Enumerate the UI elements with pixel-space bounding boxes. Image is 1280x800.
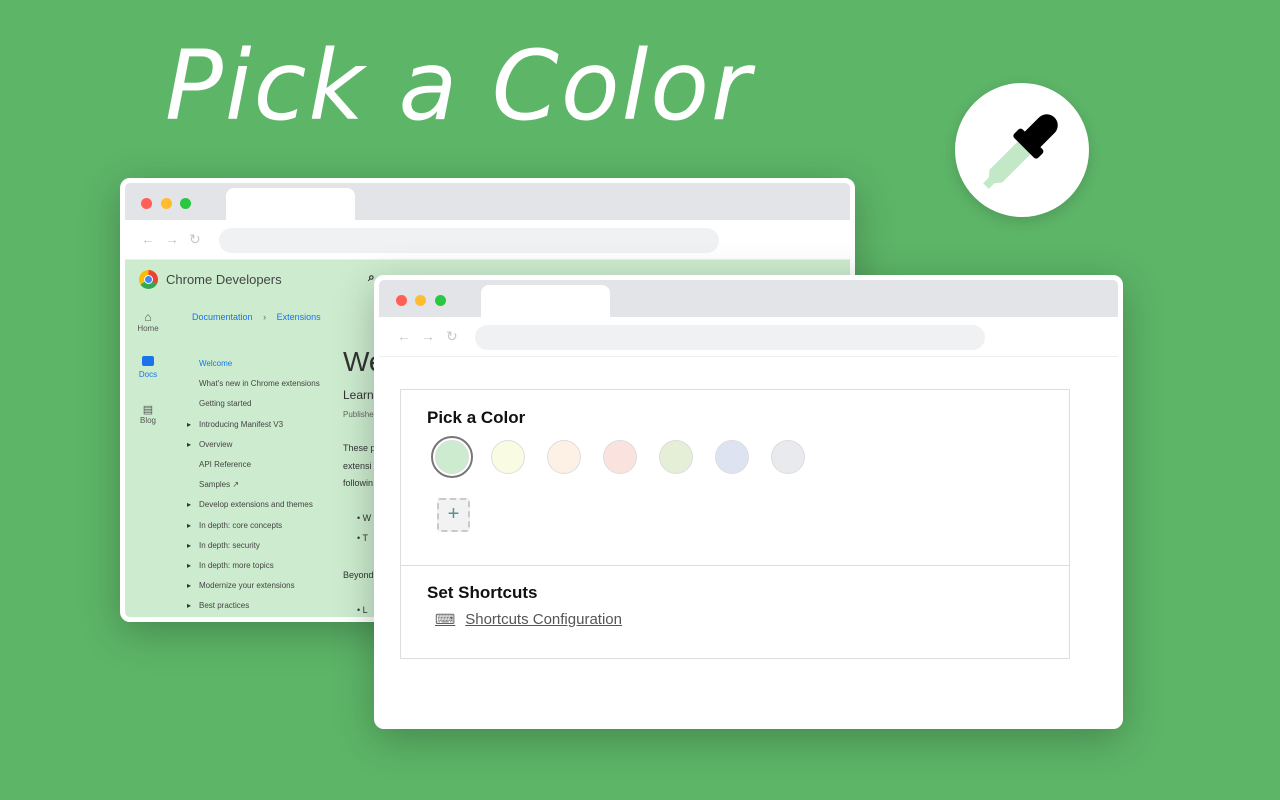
toc-item[interactable]: What's new in Chrome extensions bbox=[187, 378, 322, 391]
divider bbox=[401, 565, 1069, 566]
close-dot[interactable] bbox=[396, 295, 407, 306]
home-icon: ⌂ bbox=[144, 310, 152, 324]
toolbar: ← → ↻ bbox=[125, 220, 850, 260]
breadcrumb-extensions[interactable]: Extensions bbox=[277, 312, 321, 322]
maximize-dot[interactable] bbox=[435, 295, 446, 306]
rail-label: Home bbox=[137, 324, 159, 333]
eyedropper-badge bbox=[955, 83, 1089, 217]
shortcuts-heading: Set Shortcuts bbox=[427, 583, 538, 602]
maximize-dot[interactable] bbox=[180, 198, 191, 209]
toc-list: Welcome What's new in Chrome extensions … bbox=[187, 358, 322, 617]
shortcuts-configuration-link[interactable]: ⌨ Shortcuts Configuration bbox=[435, 611, 622, 628]
address-bar[interactable] bbox=[219, 228, 719, 253]
options-card: Pick a Color + Set Shortcuts ⌨ Shortcuts … bbox=[400, 389, 1070, 659]
paragraph-text: Beyond bbox=[343, 570, 374, 580]
minimize-dot[interactable] bbox=[161, 198, 172, 209]
browser-tab[interactable] bbox=[226, 188, 355, 222]
rail-label: Docs bbox=[138, 370, 158, 379]
rail-label: Blog bbox=[139, 416, 156, 425]
keyboard-icon: ⌨ bbox=[435, 611, 456, 627]
toc-item[interactable]: Welcome bbox=[187, 358, 322, 371]
rail-docs[interactable]: Docs bbox=[135, 356, 161, 379]
toolbar: ← → ↻ bbox=[379, 317, 1118, 357]
close-dot[interactable] bbox=[141, 198, 152, 209]
chrome-logo-icon bbox=[139, 270, 158, 289]
article-subtitle: Learn bbox=[343, 388, 374, 402]
color-swatch[interactable] bbox=[491, 440, 525, 474]
color-swatch[interactable] bbox=[659, 440, 693, 474]
minimize-dot[interactable] bbox=[415, 295, 426, 306]
tab-strip bbox=[125, 183, 850, 222]
toc-item[interactable]: In depth: core concepts bbox=[187, 520, 322, 533]
add-color-button[interactable]: + bbox=[437, 498, 470, 532]
color-swatch[interactable] bbox=[431, 436, 473, 478]
forward-arrow-icon[interactable]: → bbox=[421, 328, 435, 344]
rail-home[interactable]: ⌂ Home bbox=[135, 310, 161, 333]
toc-item[interactable]: Overview bbox=[187, 439, 322, 452]
toc-item[interactable]: Getting started bbox=[187, 398, 322, 411]
toc-item[interactable]: Modernize your extensions bbox=[187, 580, 322, 593]
browser-tab[interactable] bbox=[481, 285, 610, 319]
bullet-text: L bbox=[362, 605, 368, 615]
color-swatch[interactable] bbox=[771, 440, 805, 474]
toc-item[interactable]: In depth: more topics bbox=[187, 560, 322, 573]
toc-item[interactable]: Develop extensions and themes bbox=[187, 499, 322, 512]
pick-color-heading: Pick a Color bbox=[427, 408, 526, 427]
color-swatch[interactable] bbox=[715, 440, 749, 474]
bullet-link[interactable]: W bbox=[363, 513, 372, 523]
swatch-list bbox=[431, 436, 1043, 478]
rail-blog[interactable]: ▤ Blog bbox=[135, 403, 161, 425]
eyedropper-icon bbox=[983, 114, 1058, 189]
tab-strip bbox=[379, 280, 1118, 319]
blog-icon: ▤ bbox=[142, 404, 154, 416]
back-arrow-icon[interactable]: ← bbox=[141, 231, 155, 247]
bullet-text: T bbox=[362, 533, 369, 543]
toc-item[interactable]: Best practices bbox=[187, 600, 322, 613]
toc-item[interactable]: API Reference bbox=[187, 459, 322, 472]
toc-item[interactable]: Introducing Manifest V3 bbox=[187, 419, 322, 432]
shortcuts-link-text[interactable]: Shortcuts Configuration bbox=[465, 611, 622, 628]
back-arrow-icon[interactable]: ← bbox=[397, 328, 411, 344]
extension-options-window: ← → ↻ Pick a Color + Set Shortcuts ⌨ Shor… bbox=[374, 275, 1123, 729]
site-name: Chrome Developers bbox=[166, 272, 282, 287]
reload-icon[interactable]: ↻ bbox=[189, 231, 201, 248]
breadcrumb-documentation[interactable]: Documentation bbox=[192, 312, 253, 322]
color-swatch[interactable] bbox=[547, 440, 581, 474]
breadcrumb: Documentation › Extensions bbox=[192, 312, 321, 322]
address-bar[interactable] bbox=[475, 325, 985, 350]
forward-arrow-icon[interactable]: → bbox=[165, 231, 179, 247]
color-swatch[interactable] bbox=[603, 440, 637, 474]
published-date: Publishe bbox=[343, 410, 374, 419]
docs-icon bbox=[142, 356, 154, 366]
toc-item[interactable]: Samples ↗ bbox=[187, 479, 322, 492]
toc-item[interactable]: In depth: security bbox=[187, 540, 322, 553]
paragraph-text: followin bbox=[343, 478, 374, 488]
site-brand[interactable]: Chrome Developers bbox=[139, 270, 282, 289]
reload-icon[interactable]: ↻ bbox=[446, 328, 458, 345]
paragraph-text: These p bbox=[343, 443, 376, 453]
paragraph-text: extensi bbox=[343, 461, 372, 471]
hero-title: Pick a Color bbox=[165, 30, 753, 142]
